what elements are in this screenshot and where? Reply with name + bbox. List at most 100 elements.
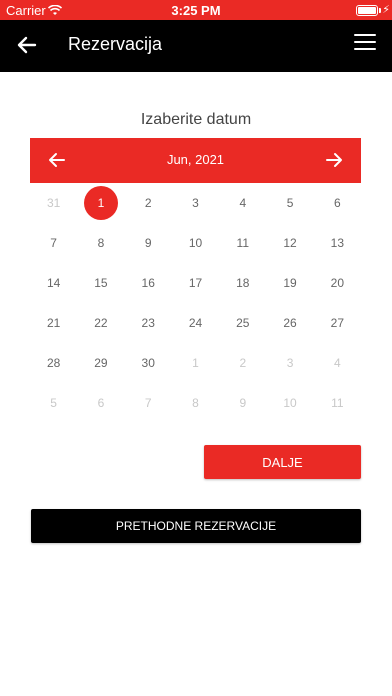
calendar-day: 5 xyxy=(30,383,77,423)
calendar-day[interactable]: 19 xyxy=(266,263,313,303)
calendar-day-label: 8 xyxy=(192,396,199,410)
calendar-day[interactable]: 6 xyxy=(314,183,361,223)
calendar-day[interactable]: 28 xyxy=(30,343,77,383)
calendar-day[interactable]: 14 xyxy=(30,263,77,303)
battery-icon xyxy=(356,5,378,16)
calendar-day: 8 xyxy=(172,383,219,423)
calendar-day-label: 6 xyxy=(334,196,341,210)
calendar-day[interactable]: 26 xyxy=(266,303,313,343)
calendar-day-label: 30 xyxy=(141,356,155,370)
calendar-day[interactable]: 29 xyxy=(77,343,124,383)
calendar-day-label: 2 xyxy=(239,356,247,370)
calendar-day-label: 19 xyxy=(283,276,297,290)
calendar-day: 3 xyxy=(266,343,313,383)
calendar-day-label: 24 xyxy=(188,316,203,330)
calendar-day-label: 18 xyxy=(236,276,250,290)
calendar-day-label: 2 xyxy=(144,196,152,210)
calendar-day: 9 xyxy=(219,383,266,423)
calendar-day-label: 21 xyxy=(46,316,61,330)
calendar-day[interactable]: 16 xyxy=(125,263,172,303)
calendar-day-label: 25 xyxy=(236,316,250,330)
calendar-day[interactable]: 7 xyxy=(30,223,77,263)
calendar-day-label: 4 xyxy=(239,196,247,210)
calendar-day-label: 7 xyxy=(50,236,57,250)
calendar-day-label: 11 xyxy=(236,236,250,250)
calendar-day[interactable]: 2 xyxy=(125,183,172,223)
calendar-day[interactable]: 25 xyxy=(219,303,266,343)
calendar-day-label: 9 xyxy=(144,236,152,250)
calendar-day: 1 xyxy=(172,343,219,383)
calendar-day-label: 9 xyxy=(239,396,247,410)
status-time: 3:25 PM xyxy=(171,3,221,18)
calendar-day-label: 1 xyxy=(83,186,118,220)
calendar-day[interactable]: 4 xyxy=(219,183,266,223)
calendar-day-label: 13 xyxy=(330,236,345,250)
calendar-day[interactable]: 23 xyxy=(125,303,172,343)
calendar-day-label: 16 xyxy=(141,276,155,290)
hamburger-menu-icon xyxy=(354,34,376,50)
next-month-button[interactable] xyxy=(323,149,345,171)
next-button[interactable]: DALJE xyxy=(204,445,361,479)
calendar-day-label: 1 xyxy=(192,356,199,370)
back-button[interactable] xyxy=(14,32,40,58)
calendar-day[interactable]: 22 xyxy=(77,303,124,343)
section-title: Izaberite datum xyxy=(140,111,252,128)
calendar-day[interactable]: 21 xyxy=(30,303,77,343)
calendar-day-label: 29 xyxy=(94,356,108,370)
calendar-day[interactable]: 24 xyxy=(172,303,219,343)
calendar-day[interactable]: 17 xyxy=(172,263,219,303)
calendar-day-label: 3 xyxy=(192,196,199,210)
calendar-day: 6 xyxy=(77,383,124,423)
calendar-day: 4 xyxy=(314,343,361,383)
previous-reservations-button[interactable]: PRETHODNE REZERVACIJE xyxy=(31,509,361,543)
charging-icon: ⚡ xyxy=(382,4,390,16)
calendar-day-label: 22 xyxy=(94,316,108,330)
calendar-day[interactable]: 11 xyxy=(219,223,266,263)
calendar-day[interactable]: 27 xyxy=(314,303,361,343)
calendar-day[interactable]: 30 xyxy=(125,343,172,383)
calendar-day[interactable]: 15 xyxy=(77,263,124,303)
status-bar: Carrier 3:25 PM ⚡ xyxy=(0,0,392,20)
calendar-day-label: 20 xyxy=(330,276,345,290)
calendar-day[interactable]: 3 xyxy=(172,183,219,223)
battery-tip xyxy=(379,8,381,13)
calendar-day[interactable]: 9 xyxy=(125,223,172,263)
calendar-day-label: 5 xyxy=(50,396,57,410)
calendar-day-label: 17 xyxy=(188,276,203,290)
calendar-day-label: 10 xyxy=(283,396,297,410)
calendar-day-label: 5 xyxy=(286,196,294,210)
month-label: Jun, 2021 xyxy=(166,152,225,167)
calendar-day-label: 10 xyxy=(188,236,203,250)
arrow-right-icon xyxy=(326,153,342,167)
page-title: Rezervacija xyxy=(68,34,163,54)
calendar-grid: 31 1 2 3 4 5 6 7 8 9 10 11 12 13 14 15 16 17 18 19 20 21 22 23 2… xyxy=(30,183,361,423)
calendar-day[interactable]: 8 xyxy=(77,223,124,263)
calendar-day-label: 8 xyxy=(97,236,105,250)
calendar-day: 11 xyxy=(314,383,361,423)
calendar-day[interactable]: 18 xyxy=(219,263,266,303)
calendar-day-selected[interactable]: 1 xyxy=(77,183,124,223)
calendar-day-label: 31 xyxy=(46,196,61,210)
calendar-day-label: 6 xyxy=(97,396,105,410)
arrow-left-icon xyxy=(17,36,37,54)
calendar-day-label: 26 xyxy=(283,316,297,330)
calendar-day[interactable]: 12 xyxy=(266,223,313,263)
calendar-day-label: 23 xyxy=(141,316,155,330)
calendar-day-label: 15 xyxy=(94,276,108,290)
calendar-day: 31 xyxy=(30,183,77,223)
menu-button[interactable] xyxy=(354,34,376,56)
calendar-day[interactable]: 13 xyxy=(314,223,361,263)
calendar-day-label: 12 xyxy=(283,236,297,250)
calendar-day-label: 27 xyxy=(330,316,345,330)
calendar-day[interactable]: 10 xyxy=(172,223,219,263)
navigation-bar: Rezervacija xyxy=(0,20,392,72)
calendar-day[interactable]: 5 xyxy=(266,183,313,223)
calendar-day[interactable]: 20 xyxy=(314,263,361,303)
calendar-header: Jun, 2021 xyxy=(30,138,361,183)
calendar-day-label: 28 xyxy=(46,356,61,370)
calendar-day: 7 xyxy=(125,383,172,423)
calendar-day-label: 14 xyxy=(46,276,61,290)
calendar-day-label: 3 xyxy=(286,356,294,370)
calendar-day-label: 7 xyxy=(144,396,152,410)
calendar-day-label: 11 xyxy=(331,396,344,410)
